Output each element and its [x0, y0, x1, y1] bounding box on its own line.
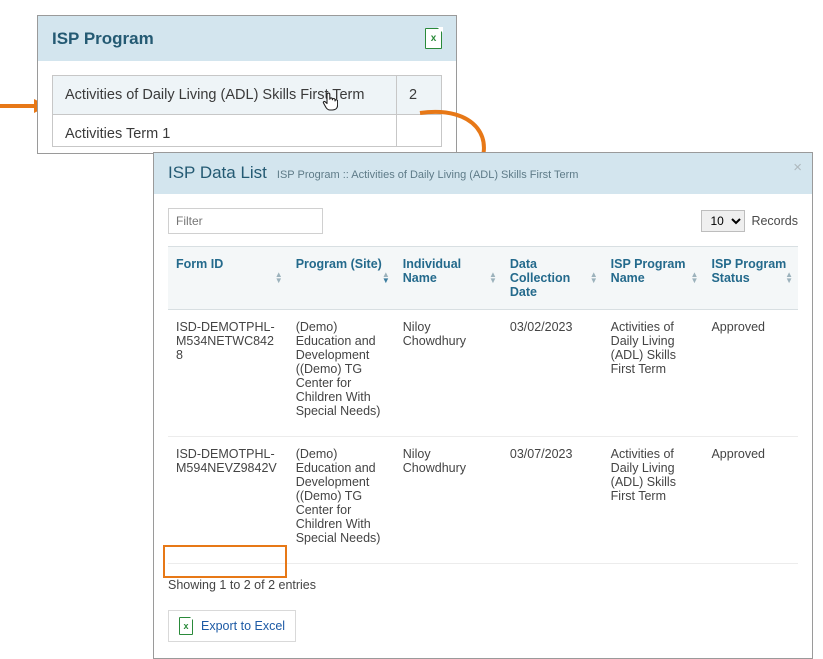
cell-program-name: Activities of Daily Living (ADL) Skills … [603, 310, 704, 437]
export-label: Export to Excel [201, 619, 285, 633]
records-selector: 10 Records [701, 210, 798, 232]
table-row[interactable]: ISD-DEMOTPHL-M594NEVZ9842V (Demo) Educat… [168, 437, 798, 564]
list-item[interactable]: Activities of Daily Living (ADL) Skills … [53, 76, 441, 115]
isp-program-header: ISP Program [38, 16, 456, 61]
records-label: Records [751, 214, 798, 228]
export-to-excel-button[interactable]: Export to Excel [168, 610, 296, 642]
cell-program-site: (Demo) Education and Development ((Demo)… [288, 310, 395, 437]
cell-date: 03/07/2023 [502, 437, 603, 564]
isp-program-list: Activities of Daily Living (ADL) Skills … [52, 75, 442, 147]
filter-input[interactable] [168, 208, 323, 234]
col-data-collection-date[interactable]: Data Collection Date ▲▼ [502, 247, 603, 310]
table-header-row: Form ID ▲▼ Program (Site) ▲▼ Individual … [168, 247, 798, 310]
list-item[interactable]: Activities Term 1 [53, 115, 441, 147]
col-program-site[interactable]: Program (Site) ▲▼ [288, 247, 395, 310]
data-table: Form ID ▲▼ Program (Site) ▲▼ Individual … [168, 246, 798, 564]
cell-form-id: ISD-DEMOTPHL-M594NEVZ9842V [168, 437, 288, 564]
col-individual-name[interactable]: Individual Name ▲▼ [395, 247, 502, 310]
entries-info: Showing 1 to 2 of 2 entries [168, 578, 798, 592]
isp-data-list-body: 10 Records Form ID ▲▼ Program (Site) ▲▼ [154, 194, 812, 658]
sort-icon: ▲▼ [691, 272, 699, 284]
isp-program-panel: ISP Program Activities of Daily Living (… [37, 15, 457, 154]
isp-data-list-title: ISP Data List [168, 163, 267, 183]
records-per-page-select[interactable]: 10 [701, 210, 745, 232]
col-isp-program-name[interactable]: ISP Program Name ▲▼ [603, 247, 704, 310]
cell-individual: Niloy Chowdhury [395, 310, 502, 437]
close-icon[interactable]: × [793, 159, 802, 176]
sort-icon: ▲▼ [489, 272, 497, 284]
excel-export-icon [179, 617, 193, 635]
isp-data-list-panel: ISP Data List ISP Program :: Activities … [153, 152, 813, 659]
cell-form-id: ISD-DEMOTPHL-M534NETWC8428 [168, 310, 288, 437]
list-item-count: 2 [397, 76, 441, 114]
toolbar: 10 Records [168, 208, 798, 234]
breadcrumb: ISP Program :: Activities of Daily Livin… [277, 169, 579, 181]
sort-icon: ▲▼ [275, 272, 283, 284]
cell-date: 03/02/2023 [502, 310, 603, 437]
isp-program-title: ISP Program [52, 29, 154, 49]
sort-icon: ▲▼ [785, 272, 793, 284]
list-item-count [397, 115, 441, 146]
excel-export-icon[interactable] [425, 28, 442, 49]
cell-program-site: (Demo) Education and Development ((Demo)… [288, 437, 395, 564]
sort-icon: ▲▼ [590, 272, 598, 284]
cell-program-name: Activities of Daily Living (ADL) Skills … [603, 437, 704, 564]
list-item-name: Activities Term 1 [65, 126, 170, 142]
cell-status: Approved [703, 437, 798, 564]
cell-status: Approved [703, 310, 798, 437]
list-item-name: Activities of Daily Living (ADL) Skills … [65, 87, 364, 103]
isp-data-list-header: ISP Data List ISP Program :: Activities … [154, 153, 812, 194]
table-row[interactable]: ISD-DEMOTPHL-M534NETWC8428 (Demo) Educat… [168, 310, 798, 437]
cell-individual: Niloy Chowdhury [395, 437, 502, 564]
col-isp-program-status[interactable]: ISP Program Status ▲▼ [703, 247, 798, 310]
isp-program-body: Activities of Daily Living (ADL) Skills … [38, 61, 456, 153]
col-form-id[interactable]: Form ID ▲▼ [168, 247, 288, 310]
sort-icon: ▲▼ [382, 272, 390, 284]
